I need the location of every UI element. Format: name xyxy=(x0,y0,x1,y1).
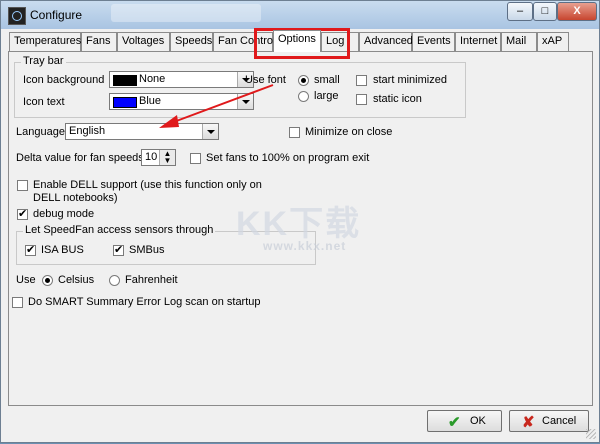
tab-options[interactable]: Options xyxy=(273,30,321,52)
configure-window: Configure – □ X Temperatures Fans Voltag… xyxy=(0,0,600,443)
annotation-arrow-icon xyxy=(159,84,274,128)
